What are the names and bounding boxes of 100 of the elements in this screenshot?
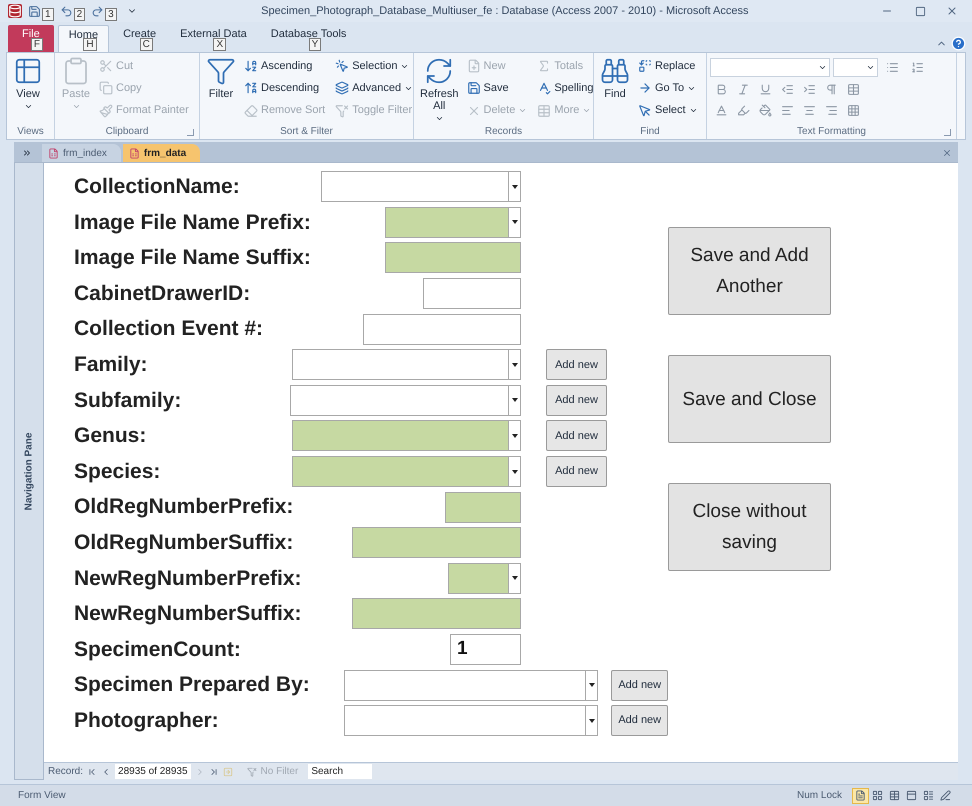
document-tab[interactable]: frm_data: [122, 144, 200, 162]
font-name-field[interactable]: [710, 58, 830, 77]
save-icon[interactable]: [28, 4, 41, 18]
field-label: Specimen Prepared By:: [74, 673, 310, 696]
ribbon-button[interactable]: Advanced: [333, 78, 416, 98]
app-icon: [8, 4, 22, 18]
field-label: Collection Event #:: [74, 317, 264, 340]
field-label: Family:: [74, 353, 148, 376]
field-label: Genus:: [74, 424, 146, 448]
pointer-icon: [638, 104, 652, 118]
field-label: CabinetDrawerID:: [74, 282, 250, 305]
layers-icon: [335, 81, 350, 96]
form-icon: [48, 148, 59, 158]
group-label: Clipboard: [106, 124, 148, 138]
text-field[interactable]: 1: [450, 634, 521, 666]
keytip: F: [30, 38, 43, 51]
ribbon-button[interactable]: Replace: [636, 56, 700, 76]
ribbon-button[interactable]: Selection: [333, 56, 416, 76]
group-label: Views: [17, 124, 44, 138]
last-record-icon[interactable]: [208, 766, 219, 776]
caret-icon: [72, 102, 80, 111]
undo-icon[interactable]: [60, 4, 73, 18]
field-label: Species:: [74, 460, 160, 483]
field-label: NewRegNumberPrefix:: [74, 566, 302, 590]
navigation-pane[interactable]: Navigation Pane: [14, 162, 44, 780]
field-label: Subfamily:: [74, 388, 182, 412]
add-new-button[interactable]: Add new: [611, 670, 668, 701]
scissors-icon: [99, 59, 113, 73]
text-field[interactable]: [363, 314, 521, 345]
ribbon-button[interactable]: Ascending: [242, 56, 328, 76]
funnel-icon: [246, 766, 257, 776]
selection-icon: [335, 59, 350, 73]
caret-icon: [818, 63, 827, 72]
form-action-button[interactable]: Save and Close: [668, 355, 831, 443]
sort-ascending-icon: [244, 59, 258, 73]
eraser-icon: [244, 104, 258, 118]
group-label: Text Formatting: [797, 124, 866, 138]
replace-icon: [638, 59, 652, 73]
new-record-icon: [466, 59, 481, 73]
funnel-icon: [335, 104, 350, 118]
keytip: Y: [308, 38, 322, 51]
text-field[interactable]: [445, 492, 521, 523]
paintbrush-icon: [99, 104, 113, 118]
ribbon-button[interactable]: Select: [636, 100, 700, 121]
ribbon-large-button[interactable]: Find: [597, 56, 633, 123]
keytip: C: [140, 38, 153, 51]
group-label: Records: [484, 124, 522, 138]
keytip: X: [213, 38, 226, 51]
form-view-icon[interactable]: [852, 788, 869, 804]
add-new-button[interactable]: Add new: [546, 384, 607, 416]
form-action-button[interactable]: Close without saving: [668, 483, 831, 571]
document-tab[interactable]: frm_index: [42, 144, 121, 162]
sort-descending-icon: [244, 81, 258, 96]
datasheet-icon: [13, 56, 43, 86]
ribbon-button[interactable]: Descending: [242, 78, 328, 98]
caret-icon: [866, 63, 875, 72]
group-label: Sort & Filter: [280, 124, 333, 138]
redo-icon[interactable]: [91, 4, 104, 18]
dialog-launcher-icon[interactable]: [187, 129, 194, 136]
add-new-button[interactable]: Add new: [546, 420, 607, 452]
ribbon-large-button[interactable]: Filter: [203, 56, 239, 123]
search-field[interactable]: Search: [308, 764, 372, 779]
first-record-icon[interactable]: [87, 766, 98, 776]
ribbon-button[interactable]: Save: [464, 78, 530, 98]
save-icon: [466, 81, 481, 96]
current-record-field[interactable]: 28935 of 28935: [115, 764, 191, 779]
ribbon-button[interactable]: Go To: [636, 78, 700, 98]
close-document-icon[interactable]: [942, 148, 952, 158]
add-new-button[interactable]: Add new: [546, 349, 607, 380]
funnel-icon: [206, 56, 236, 86]
binoculars-icon: [600, 56, 630, 86]
font-size-field[interactable]: [833, 58, 878, 77]
help-icon[interactable]: [951, 36, 966, 51]
add-new-button[interactable]: Add new: [546, 456, 607, 488]
form-action-button[interactable]: Save and Add Another: [668, 227, 831, 315]
ribbon-large-button[interactable]: View: [10, 56, 46, 123]
view-mode-label: Form View: [18, 789, 66, 803]
maximize-icon[interactable]: [915, 6, 926, 16]
add-new-button[interactable]: Add new: [611, 705, 668, 736]
field-label: SpecimenCount:: [74, 638, 241, 661]
text-field[interactable]: [385, 242, 521, 274]
field-label: OldRegNumberPrefix:: [74, 495, 294, 518]
arrow-icon: [638, 81, 652, 96]
text-field[interactable]: [352, 598, 521, 630]
field-label: CollectionName:: [74, 175, 240, 198]
dialog-launcher-icon[interactable]: [944, 129, 951, 136]
ribbon-large-button[interactable]: Refresh All: [417, 56, 462, 123]
spellcheck-icon: [537, 81, 552, 96]
text-field[interactable]: [352, 527, 521, 558]
text-field[interactable]: [423, 278, 521, 310]
close-icon[interactable]: [946, 5, 958, 17]
keytip: H: [83, 38, 97, 51]
keytip: 1: [42, 8, 54, 20]
ribbon-button[interactable]: Spelling: [535, 78, 596, 98]
keytip: 2: [74, 8, 86, 20]
form-icon: [128, 148, 140, 158]
field-label: Photographer:: [74, 708, 219, 732]
field-label: Image File Name Prefix:: [74, 210, 311, 234]
caret-icon: [434, 114, 444, 123]
window-title: Specimen_Photograph_Database_Multiuser_fe : Database (Access 2007 - 2010) - Microsoft Access: [261, 4, 748, 19]
